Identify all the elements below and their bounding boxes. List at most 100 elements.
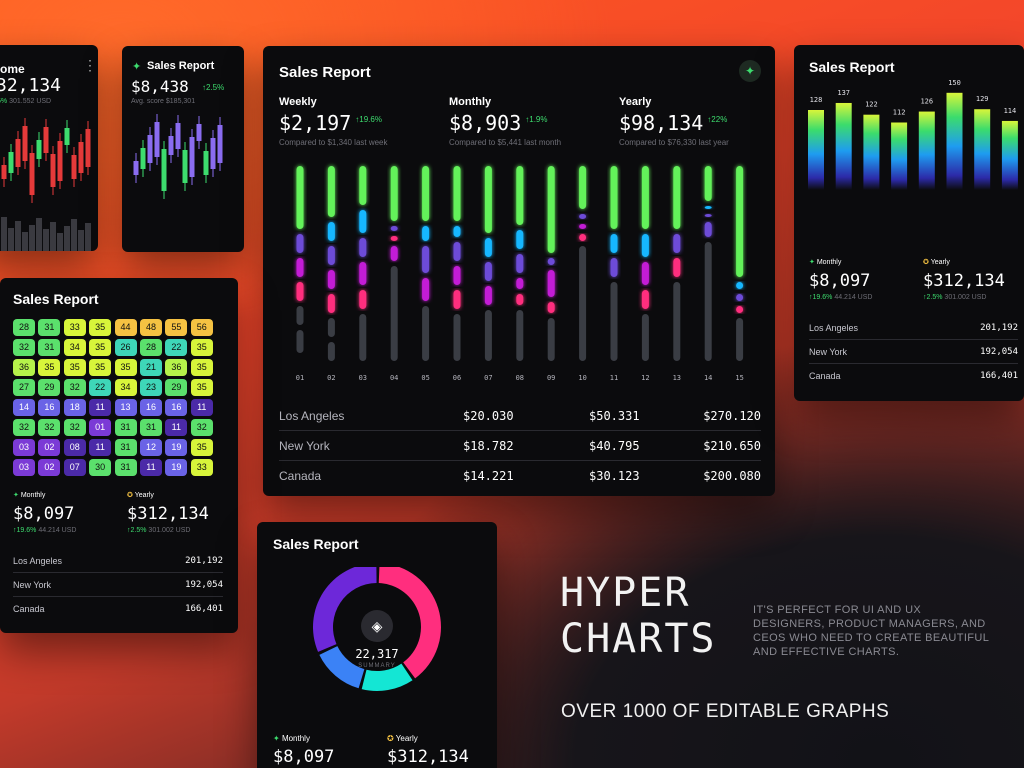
bar (946, 92, 963, 190)
table-cell: $18.782 (463, 439, 514, 453)
bar-segment (547, 166, 555, 253)
bar-segment (327, 318, 335, 337)
table-cell: $200.080 (703, 469, 761, 483)
bar-segment (516, 278, 524, 289)
stat-change: ↑19.6% (13, 527, 37, 534)
data-label: 128 (810, 96, 823, 104)
city-name: Los Angeles (809, 323, 859, 333)
table-cell: $20.030 (463, 409, 514, 423)
bar-segment (516, 310, 524, 361)
bar-segment (327, 222, 335, 241)
bar-segment (453, 314, 461, 361)
stat-label: Monthly (20, 492, 46, 499)
candle-body (168, 136, 174, 155)
volume-bar (22, 232, 28, 251)
heatmap-cell: 12 (139, 439, 162, 456)
heatmap-cell: 11 (89, 439, 112, 456)
bar-segment (327, 270, 335, 289)
candle-body (85, 129, 91, 167)
candle-body (1, 165, 7, 179)
bar-segment (516, 254, 524, 273)
stat-value: $312,134 (923, 271, 1005, 291)
bar-segment (641, 166, 649, 229)
bar-segment (610, 282, 618, 361)
x-tick-label: 03 (359, 374, 367, 382)
heatmap-cell: 32 (190, 419, 213, 436)
candle-body (182, 150, 188, 183)
city-name: Los Angeles (279, 409, 345, 423)
bar-segment (359, 314, 367, 361)
city-value: 201,192 (185, 556, 223, 566)
data-label: 150 (948, 79, 961, 87)
heatmap-cell: 29 (38, 379, 61, 396)
stat-sub: 301.002 USD (148, 527, 191, 534)
volume-bar (43, 229, 49, 251)
bar-segment (547, 318, 555, 361)
bar (974, 109, 991, 190)
bar-segment (359, 238, 367, 257)
bar-segment (547, 302, 555, 313)
city-name: New York (809, 347, 848, 357)
candle-body (203, 151, 209, 175)
bar-segment (579, 214, 587, 219)
city-value: 192,054 (185, 580, 223, 590)
main-sales-card: Sales Report ✦ Weekly $2,197 ↑19.6% Compa… (263, 46, 775, 496)
donut-center-label: SUMMARY (358, 663, 396, 669)
bar-segment (579, 234, 587, 241)
heatmap-cell: 35 (89, 319, 112, 336)
candle-body (154, 122, 160, 157)
heatmap-cell: 19 (165, 459, 188, 476)
card-title: Sales Report (809, 59, 895, 75)
heatmap-cell: 16 (165, 399, 188, 416)
x-tick-label: 09 (547, 374, 555, 382)
heatmap-cell: 13 (114, 399, 137, 416)
bar-segment (422, 306, 430, 361)
candle-body (64, 128, 70, 145)
period-value: $8,903 (449, 111, 522, 135)
list-item: Canada 166,401 (809, 364, 1018, 388)
candle-body (36, 140, 42, 159)
candle-body (78, 142, 84, 173)
heatmap-cell: 34 (114, 379, 137, 396)
volume-bar (29, 225, 35, 251)
candle-body (189, 137, 195, 177)
heatmap-cell: 03 (13, 439, 35, 456)
heatmap-cell: 27 (13, 379, 35, 396)
volume-bar (78, 230, 84, 251)
candle-body (175, 123, 181, 149)
volume-bar (36, 218, 42, 251)
candle-body (43, 127, 49, 153)
stat-label: Yearly (134, 492, 154, 499)
bar-segment (422, 226, 430, 241)
period-change: ↑1.9% (525, 115, 548, 124)
table-cell: $270.120 (703, 409, 761, 423)
bar-segment (390, 226, 398, 231)
sparkle-icon[interactable]: ✦ (739, 60, 761, 82)
x-tick-label: 10 (578, 374, 586, 382)
stat-change: ↑2.5% (127, 527, 147, 534)
heatmap-cell: 35 (190, 379, 213, 396)
bar-segment (484, 286, 492, 305)
city-list: Los Angeles 201,192 New York 192,054 Canad… (809, 316, 1018, 388)
heatmap-cell: 32 (63, 379, 86, 396)
heatmap-cell: 29 (165, 379, 188, 396)
table-cell: $210.650 (703, 439, 761, 453)
x-tick-label: 06 (453, 374, 461, 382)
bar-segment (704, 166, 712, 201)
bar-segment (641, 262, 649, 285)
bar-segment (453, 226, 461, 237)
stats-block: ✦ Monthly $8,097 ↑19.6% 44.214 USD ✪ Yea… (809, 255, 1009, 305)
stat-label: Monthly (281, 734, 310, 743)
volume-bar (50, 222, 56, 251)
city-value: 192,054 (980, 347, 1018, 357)
bar-segment (390, 246, 398, 261)
candlestick-chart (133, 114, 223, 199)
city-table: Los Angeles $20.030 $50.331 $270.120 New… (279, 401, 761, 491)
bar-segment (359, 290, 367, 309)
heatmap-cell: 34 (63, 339, 86, 356)
candle-body (71, 155, 77, 179)
heatmap-cell: 07 (63, 459, 86, 476)
heatmap-cell: 35 (89, 359, 112, 376)
heatmap-cell: 23 (139, 379, 162, 396)
bar-segment (516, 230, 524, 249)
